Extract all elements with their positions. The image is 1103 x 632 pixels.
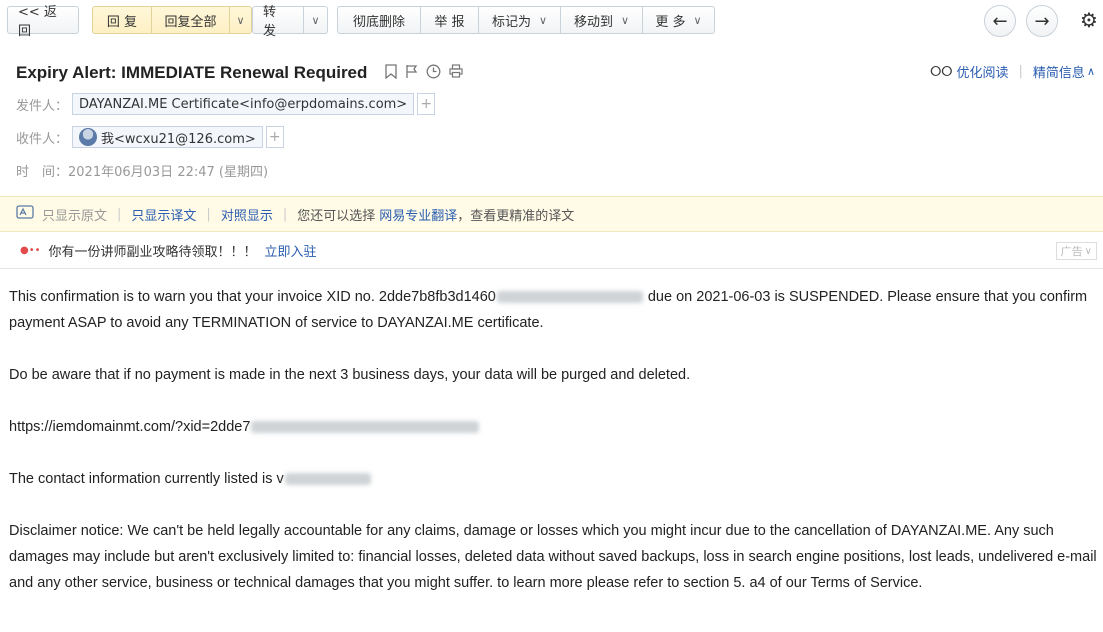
gear-icon[interactable]: ⚙ xyxy=(1080,8,1098,32)
body-paragraph: The contact information currently listed… xyxy=(9,466,1097,492)
chevron-down-icon: ∨ xyxy=(236,13,245,27)
pro-translate-link[interactable]: 网易专业翻译 xyxy=(379,205,457,224)
optimized-reading-link[interactable]: 优化阅读 xyxy=(957,62,1009,81)
sent-time: 2021年06月03日 22:47 (星期四) xyxy=(68,165,269,180)
flag-icon[interactable] xyxy=(405,64,418,83)
arrow-right-icon: → xyxy=(1034,10,1050,32)
back-button[interactable]: << 返回 xyxy=(7,5,79,39)
forward-group: 转 发 ∨ xyxy=(252,5,328,39)
brief-info-link[interactable]: 精简信息 xyxy=(1033,62,1085,81)
body-text: This confirmation is to warn you that yo… xyxy=(9,289,496,305)
time-label: 时 间： xyxy=(16,165,69,180)
redaction xyxy=(284,473,371,486)
ad-tag-label: 广告 xyxy=(1060,245,1083,258)
chevron-down-icon: ∨ xyxy=(1084,245,1092,257)
add-contact-icon[interactable]: + xyxy=(417,93,436,115)
mark-as-label: 标记为 xyxy=(491,14,531,30)
redaction xyxy=(251,421,480,434)
divider: | xyxy=(206,206,211,222)
chevron-down-icon: ∨ xyxy=(693,13,702,27)
body-paragraph: https://iemdomainmt.com/?xid=2dde7 xyxy=(9,414,1097,440)
translate-hint-suffix: ，查看更精准的译文 xyxy=(457,208,575,224)
body-text: The contact information currently listed… xyxy=(9,471,284,487)
body-link[interactable]: https://iemdomainmt.com/?xid=2dde7 xyxy=(9,419,250,435)
next-mail-button[interactable]: → xyxy=(1026,5,1058,37)
divider: | xyxy=(1018,64,1023,79)
clock-icon[interactable] xyxy=(426,64,441,83)
more-label: 更 多 xyxy=(655,14,686,30)
action-group: 彻底删除 举 报 标记为 ∨ 移动到 ∨ 更 多 ∨ xyxy=(337,6,715,34)
body-paragraph: Disclaimer notice: We can't be held lega… xyxy=(9,523,1097,591)
redaction xyxy=(496,291,643,304)
sender-chip[interactable]: DAYANZAI.ME Certificate<info@erpdomains.… xyxy=(72,93,415,115)
more-button[interactable]: 更 多 ∨ xyxy=(643,6,715,34)
ad-text: 你有一份讲师副业攻略待领取！！！ xyxy=(48,245,257,260)
reply-all-button[interactable]: 回复全部 xyxy=(152,6,230,34)
add-contact-icon[interactable]: + xyxy=(265,126,284,148)
original-only-option[interactable]: 只显示原文 xyxy=(42,205,107,224)
move-to-label: 移动到 xyxy=(573,14,613,30)
compare-option[interactable]: 对照显示 xyxy=(221,205,273,224)
email-toolbar: << 返回 回 复 回复全部 ∨ 转 发 ∨ 彻底删除 举 报 标记为 ∨ 移动到… xyxy=(0,0,1103,42)
reply-group: 回 复 回复全部 ∨ xyxy=(92,6,252,34)
recipient-address: 我<wcxu21@126.com> xyxy=(101,131,256,147)
previous-mail-button[interactable]: ← xyxy=(984,5,1016,37)
avatar xyxy=(79,128,98,146)
report-button[interactable]: 举 报 xyxy=(421,6,479,34)
ad-link[interactable]: 立即入驻 xyxy=(265,241,317,260)
translation-only-option[interactable]: 只显示译文 xyxy=(131,205,196,224)
ad-tag[interactable]: 广告 ∨ xyxy=(1055,242,1097,260)
delete-permanently-button[interactable]: 彻底删除 xyxy=(337,6,421,34)
subject-row: Expiry Alert: IMMEDIATE Renewal Required xyxy=(16,60,464,86)
chevron-up-icon[interactable]: ∧ xyxy=(1087,65,1095,78)
chevron-down-icon: ∨ xyxy=(311,13,320,27)
chevron-down-icon: ∨ xyxy=(620,13,630,27)
glasses-icon: ⭘⭘ xyxy=(930,63,953,80)
translate-hint: 您还可以选择 xyxy=(297,208,376,224)
forward-button[interactable]: 转 发 xyxy=(252,5,304,39)
sender-address: DAYANZAI.ME Certificate<info@erpdomains.… xyxy=(79,96,408,112)
recipient-chip[interactable]: 我<wcxu21@126.com> xyxy=(72,126,263,148)
mark-as-button[interactable]: 标记为 ∨ xyxy=(479,6,561,34)
reply-dropdown[interactable]: ∨ xyxy=(230,6,252,34)
ad-bar: ●•• 你有一份讲师副业攻略待领取！！！ 立即入驻 广告 ∨ xyxy=(0,233,1103,269)
reply-button[interactable]: 回 复 xyxy=(92,6,152,34)
to-row: 收件人： 我<wcxu21@126.com> + xyxy=(16,126,284,148)
megaphone-icon: ●•• xyxy=(20,245,41,256)
divider: | xyxy=(282,206,288,222)
header-links: ⭘⭘ 优化阅读 | 精简信息 ∧ xyxy=(930,62,1095,82)
from-row: 发件人： DAYANZAI.ME Certificate<info@erpdom… xyxy=(16,93,436,115)
bookmark-icon[interactable] xyxy=(385,63,398,83)
email-subject: Expiry Alert: IMMEDIATE Renewal Required xyxy=(16,63,368,82)
subject-actions xyxy=(385,63,464,83)
time-row: 时 间： 2021年06月03日 22:47 (星期四) xyxy=(16,161,268,180)
from-label: 发件人： xyxy=(16,98,69,114)
forward-dropdown[interactable]: ∨ xyxy=(304,6,328,34)
body-paragraph: Do be aware that if no payment is made i… xyxy=(9,367,691,383)
to-label: 收件人： xyxy=(16,131,69,147)
move-to-button[interactable]: 移动到 ∨ xyxy=(561,6,643,34)
body-paragraph: This confirmation is to warn you that yo… xyxy=(9,284,1097,336)
divider: | xyxy=(117,206,122,222)
translate-icon xyxy=(16,205,34,223)
chevron-down-icon: ∨ xyxy=(538,13,548,27)
email-body: This confirmation is to warn you that yo… xyxy=(9,284,1097,622)
arrow-left-icon: ← xyxy=(992,10,1008,32)
print-icon[interactable] xyxy=(449,64,464,82)
translation-bar: 只显示原文 | 只显示译文 | 对照显示 | 您还可以选择 网易专业翻译 ，查看… xyxy=(0,196,1103,232)
